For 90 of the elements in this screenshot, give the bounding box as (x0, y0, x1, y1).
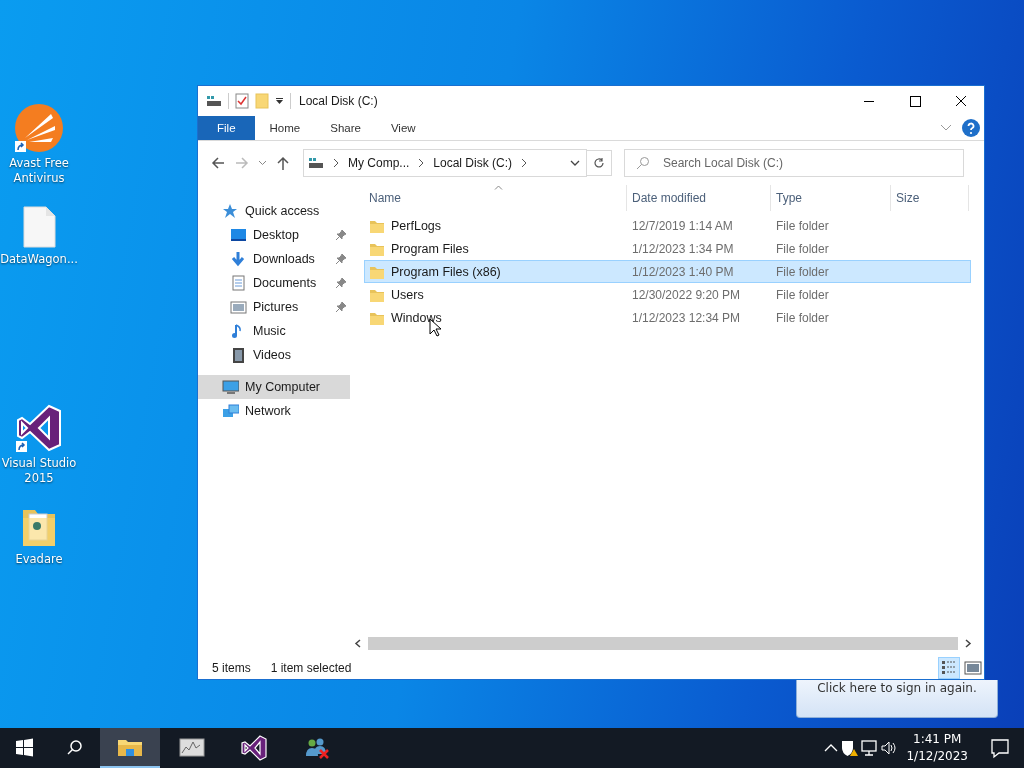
nav-item[interactable]: Desktop (198, 223, 350, 247)
history-caret-icon[interactable] (570, 160, 580, 166)
dropdown-caret-icon[interactable] (275, 97, 284, 105)
nav-item[interactable]: Quick access (198, 199, 350, 223)
volume-icon[interactable] (880, 740, 899, 756)
nav-item[interactable]: My Computer (198, 375, 350, 399)
file-row[interactable]: Users 12/30/2022 9:20 PM File folder (364, 283, 971, 306)
sort-ascending-icon (494, 185, 503, 190)
nav-item[interactable]: Pictures (198, 295, 350, 319)
table-cell-text: File folder (775, 287, 830, 302)
file-row[interactable]: Program Files (x86) 1/12/2023 1:40 PM File folder (364, 260, 971, 283)
window-title: Local Disk (C:) (299, 94, 378, 108)
taskbar-app-button[interactable] (100, 728, 160, 768)
pin-icon[interactable] (336, 230, 346, 240)
file-row[interactable]: Program Files 1/12/2023 1:34 PM File folder (364, 237, 971, 260)
ribbon-tab[interactable]: Home (254, 116, 316, 140)
avast-icon[interactable] (15, 104, 63, 152)
breadcrumb-item[interactable]: Local Disk (C:) (433, 156, 513, 170)
shield-warning-icon[interactable] (840, 739, 859, 757)
status-text: 1 item selected (270, 660, 352, 675)
nav-item[interactable]: Downloads (198, 247, 350, 271)
computer-icon (222, 379, 239, 395)
table-cell-text: 1/12/2023 1:34 PM (631, 241, 735, 256)
download-icon (230, 251, 247, 267)
search-icon (636, 156, 650, 170)
table-cell-text: File folder (775, 241, 830, 256)
drive-icon (206, 94, 222, 108)
help-icon[interactable] (962, 119, 980, 137)
file-name: Program Files (x86) (391, 264, 501, 279)
desktop-icon (230, 227, 247, 243)
document-icon (230, 275, 247, 291)
file-menu-tab[interactable]: File (198, 116, 255, 140)
expand-ribbon-icon[interactable] (940, 124, 952, 132)
scrollbar-thumb[interactable] (368, 637, 958, 650)
table-cell-text: 12/30/2022 9:20 PM (631, 287, 742, 302)
pin-icon[interactable] (336, 302, 346, 312)
nav-item[interactable]: Documents (198, 271, 350, 295)
file-row[interactable]: PerfLogs 12/7/2019 1:14 AM File folder (364, 214, 971, 237)
file-row[interactable]: Windows 1/12/2023 12:34 PM File folder (364, 306, 971, 329)
address-bar[interactable]: My Comp... Local Disk (C:) (303, 149, 587, 177)
search-field[interactable]: Search Local Disk (C:) (624, 149, 964, 177)
video-icon (230, 347, 247, 363)
pin-icon[interactable] (336, 254, 346, 264)
refresh-button[interactable] (586, 150, 612, 176)
network-icon[interactable] (860, 740, 879, 756)
chevron-right-icon[interactable] (417, 158, 426, 168)
nav-item[interactable]: Music (198, 319, 350, 343)
network-icon (222, 403, 239, 419)
ribbon-tab[interactable]: View (375, 116, 431, 140)
view-button[interactable] (938, 656, 960, 679)
clock-date: 1/12/2023 (906, 748, 968, 765)
clock-time: 1:41 PM (912, 731, 963, 748)
pin-icon[interactable] (336, 278, 346, 288)
table-cell-text: 1/12/2023 1:40 PM (631, 264, 735, 279)
table-cell-text: File folder (775, 264, 830, 279)
picture-icon (230, 299, 247, 315)
file-name: Program Files (391, 241, 469, 256)
chevron-right-icon[interactable] (520, 158, 529, 168)
properties-icon[interactable] (235, 93, 249, 109)
column-header[interactable]: Type (771, 185, 891, 211)
chevron-right-icon[interactable] (332, 158, 340, 168)
file-name: Users (391, 287, 424, 302)
breadcrumb-item[interactable]: My Comp... (348, 156, 410, 170)
file-icon[interactable] (22, 206, 56, 248)
drive-icon (308, 156, 324, 170)
clock[interactable]: 1:41 PM 1/12/2023 (900, 731, 974, 765)
file-name: Windows (391, 310, 442, 325)
up-arrow-icon[interactable] (275, 155, 291, 171)
table-cell-text: 1/12/2023 12:34 PM (631, 310, 742, 325)
nav-item[interactable]: Videos (198, 343, 350, 367)
ribbon-tab[interactable]: Share (315, 116, 376, 140)
column-header[interactable]: Name (364, 185, 627, 211)
table-cell-text: File folder (775, 218, 830, 233)
refresh-icon (593, 157, 605, 169)
notification-popup[interactable]: Click here to sign in again. (796, 680, 998, 718)
column-header[interactable]: Date modified (627, 185, 771, 211)
status-text: 5 items (212, 660, 251, 675)
table-cell-text: 12/7/2019 1:14 AM (631, 218, 734, 233)
scroll-right-icon[interactable] (964, 639, 972, 648)
visual-studio-icon[interactable] (16, 404, 62, 452)
nav-item[interactable]: Network (198, 399, 350, 423)
file-name: PerfLogs (391, 218, 442, 233)
chevron-up-icon[interactable] (824, 743, 839, 753)
table-cell-text: File folder (775, 310, 830, 325)
notification-text[interactable]: Click here to sign in again. (817, 681, 977, 695)
column-header[interactable]: Size (891, 185, 969, 211)
scroll-left-icon[interactable] (354, 639, 362, 648)
star-icon (222, 203, 239, 219)
recent-caret-icon[interactable] (258, 160, 267, 166)
back-arrow-icon[interactable] (210, 155, 226, 171)
